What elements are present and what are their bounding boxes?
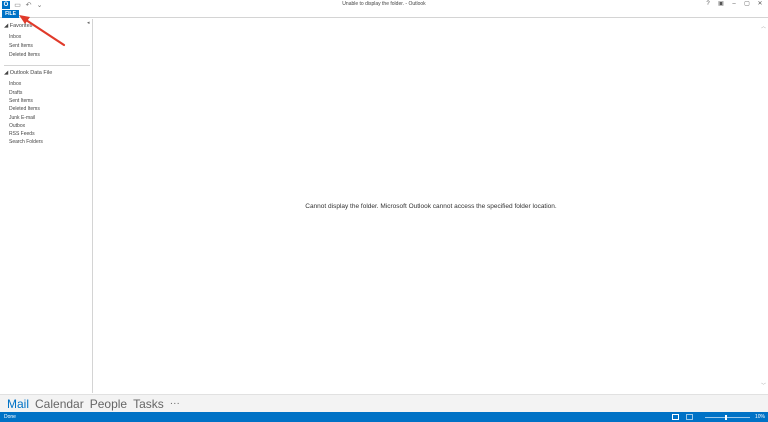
close-icon[interactable]: ✕ <box>756 0 764 9</box>
status-bar: Done 10% <box>0 412 768 422</box>
folder-item-outbox[interactable]: Outbox <box>9 123 25 129</box>
title-bar: O ▭ ↶ ⌄ Unable to display the folder. - … <box>0 0 768 10</box>
nav-mail[interactable]: Mail <box>7 397 29 411</box>
window-title: Unable to display the folder. - Outlook <box>342 1 426 7</box>
zoom-slider-thumb[interactable] <box>725 415 727 420</box>
folder-item-deleted-items[interactable]: Deleted Items <box>9 106 40 112</box>
collapse-pane-icon[interactable]: ◂ <box>87 20 90 26</box>
nav-people[interactable]: People <box>90 397 127 411</box>
folder-pane-divider <box>4 65 90 66</box>
zoom-level[interactable]: 10% <box>755 414 765 420</box>
folder-item-inbox[interactable]: Inbox <box>9 81 21 87</box>
restore-icon[interactable]: ▢ <box>743 0 751 9</box>
navigation-bar: Mail Calendar People Tasks ··· <box>0 394 768 412</box>
favorites-item-deleted-items[interactable]: Deleted Items <box>9 52 40 58</box>
folder-item-rss-feeds[interactable]: RSS Feeds <box>9 131 35 137</box>
minimize-icon[interactable]: – <box>730 0 738 9</box>
error-message: Cannot display the folder. Microsoft Out… <box>305 203 557 210</box>
nav-tasks[interactable]: Tasks <box>133 397 164 411</box>
ribbon-tab-row: FILE <box>0 10 768 18</box>
nav-more-icon[interactable]: ··· <box>170 398 180 409</box>
folder-item-drafts[interactable]: Drafts <box>9 90 22 96</box>
folder-item-sent-items[interactable]: Sent Items <box>9 98 33 104</box>
normal-view-icon[interactable] <box>672 414 679 420</box>
folder-pane: ◂ ◢ Favorites Inbox Sent Items Deleted I… <box>0 19 93 393</box>
favorites-header[interactable]: ◢ Favorites <box>4 23 32 29</box>
zoom-slider[interactable] <box>705 417 750 418</box>
data-file-header[interactable]: ◢ Outlook Data File <box>4 70 52 76</box>
scroll-up-icon[interactable]: ︿ <box>761 23 766 30</box>
file-tab[interactable]: FILE <box>2 10 19 18</box>
reading-view-icon[interactable] <box>686 414 693 420</box>
folder-item-search-folders[interactable]: Search Folders <box>9 139 43 145</box>
status-text: Done <box>4 414 16 420</box>
folder-item-junk-email[interactable]: Junk E-mail <box>9 115 35 121</box>
ribbon-display-options-icon[interactable]: ▣ <box>717 0 725 9</box>
favorites-item-sent-items[interactable]: Sent Items <box>9 43 33 49</box>
help-icon[interactable]: ? <box>704 0 712 9</box>
main-content-area: ︿ Cannot display the folder. Microsoft O… <box>94 19 768 393</box>
nav-calendar[interactable]: Calendar <box>35 397 84 411</box>
scroll-down-icon[interactable]: ﹀ <box>761 382 766 389</box>
window-controls: ? ▣ – ▢ ✕ <box>704 0 764 9</box>
favorites-item-inbox[interactable]: Inbox <box>9 34 21 40</box>
